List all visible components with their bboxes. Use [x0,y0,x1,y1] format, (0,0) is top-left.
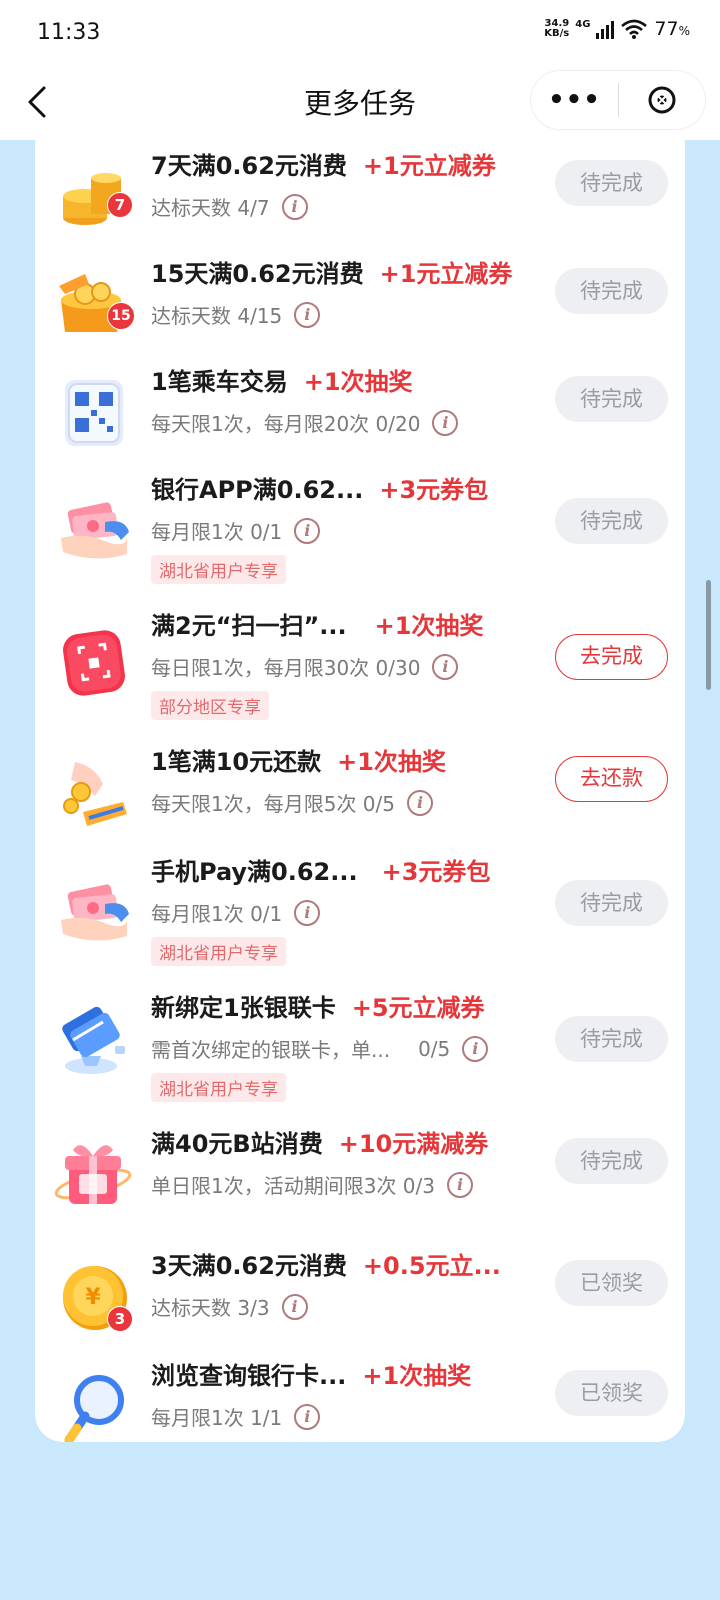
task-desc-row: 单日限1次，活动期间限3次 0/3 i [151,1170,531,1199]
task-status-button[interactable]: 待完成 [555,160,668,206]
task-badge: 15 [107,302,135,330]
region-tag: 湖北省用户专享 [151,1073,286,1102]
task-status-button[interactable]: 待完成 [555,1016,668,1062]
scrollbar[interactable] [706,580,711,690]
gift-box-icon [54,1145,132,1204]
task-title: 3天满0.62元消费 [151,1252,347,1280]
task-reward: +1次抽奖 [303,368,413,396]
task-title: 1笔满10元还款 [151,748,322,776]
task-desc: 每月限1次 0/1 [151,520,283,544]
info-icon[interactable]: i [294,1403,321,1430]
task-progress: 0/5 [418,1036,451,1061]
task-desc: 需首次绑定的银联卡，单... [151,1038,391,1062]
task-reward: +5元立减券 [351,994,485,1022]
info-icon[interactable]: i [432,409,459,436]
task-status-button[interactable]: 已领奖 [555,1260,668,1306]
wifi-icon [621,19,648,39]
task-desc: 每月限1次 0/1 [151,902,283,926]
network-type: 4G [575,18,591,30]
task-reward: +0.5元立... [362,1252,501,1280]
signal-icon [596,19,615,39]
task-desc-row: 达标天数 3/3 i [151,1292,531,1321]
region-tag: 湖北省用户专享 [151,937,286,966]
task-desc-row: 达标天数 4/7 i [151,192,531,221]
task-title: 1笔乘车交易 [151,368,288,396]
task-title: 银行APP满0.62... [151,476,364,504]
task-desc: 达标天数 4/15 [151,304,283,328]
task-desc-row: 每月限1次 0/1 i [151,516,531,545]
task-status-button[interactable]: 待完成 [555,498,668,544]
task-desc: 每天限1次，每月限5次 0/5 [151,792,395,816]
info-icon[interactable]: i [447,1171,473,1198]
task-reward: +3元券包 [379,476,489,504]
task-desc: 每天限1次，每月限20次 0/20 [151,412,421,436]
task-title: 满40元B站消费 [151,1130,323,1158]
info-icon[interactable]: i [407,789,433,816]
task-desc: 达标天数 4/7 [151,196,270,220]
task-desc-row: 每月限1次 0/1 i [151,898,531,927]
task-desc-row: 需首次绑定的银联卡，单... 0/5 i [151,1034,531,1063]
task-action-button[interactable]: 去完成 [555,634,668,680]
close-icon [648,86,676,114]
task-reward: +1次抽奖 [362,1362,472,1390]
task-desc-row: 每天限1次，每月限5次 0/5 i [151,788,531,817]
info-icon[interactable]: i [294,301,321,328]
task-reward: +3元券包 [381,858,491,886]
task-action-button[interactable]: 去还款 [555,756,668,802]
info-icon[interactable]: i [462,1035,489,1062]
more-button[interactable]: ••• [531,85,618,115]
svg-text:¥: ¥ [85,1285,101,1310]
nav-bar: 更多任务 ••• [0,64,720,140]
task-reward: +1元立减券 [379,260,513,288]
mini-program-capsule: ••• [530,70,706,130]
bank-card-icon [62,1006,125,1074]
task-badge: 3 [107,1306,133,1332]
task-status-button[interactable]: 待完成 [555,376,668,422]
task-status-button[interactable]: 待完成 [555,1138,668,1184]
magnifier-icon [64,1375,124,1442]
status-bar: 11:33 34.9 KB/s 4G 77% [0,0,720,64]
battery-level: 77% [654,18,690,40]
info-icon[interactable]: i [294,517,321,544]
task-status-button[interactable]: 已领奖 [555,1370,668,1416]
qr-code-icon [65,380,123,446]
task-title: 15天满0.62元消费 [151,260,364,288]
task-reward: +1次抽奖 [337,748,446,776]
repay-hand-icon [63,762,127,826]
task-title: 新绑定1张银联卡 [151,994,336,1022]
status-time: 11:33 [37,20,101,45]
task-status-button[interactable]: 待完成 [555,880,668,926]
task-reward: +10元满减券 [338,1130,489,1158]
task-desc-row: 达标天数 4/15 i [151,300,531,329]
cash-hand-icon [61,884,129,941]
task-title: 浏览查询银行卡... [151,1362,347,1390]
status-indicators: 34.9 KB/s 4G 77% [544,18,690,40]
task-title: 7天满0.62元消费 [151,152,347,180]
task-title: 满2元“扫一扫”... [151,612,347,640]
info-icon[interactable]: i [281,193,308,220]
region-tag: 部分地区专享 [151,691,269,720]
task-title: 手机Pay满0.62... [151,858,358,886]
network-speed: 34.9 KB/s [544,18,570,39]
task-desc: 单日限1次，活动期间限3次 0/3 [151,1174,435,1198]
scan-icon [63,630,125,696]
task-desc-row: 每日限1次，每月限30次 0/30 i [151,652,531,681]
task-desc-row: 每月限1次 1/1 i [151,1402,531,1431]
task-badge: 7 [107,192,133,218]
task-desc: 达标天数 3/3 [151,1296,270,1320]
task-desc-row: 每天限1次，每月限20次 0/20 i [151,408,531,437]
task-reward: +1元立减券 [362,152,496,180]
task-list-container[interactable]: 7 7天满0.62元消费 +1元立减券 达标天数 4/7 i 待完成 15 15… [35,140,685,1442]
close-button[interactable] [619,85,705,115]
task-status-button[interactable]: 待完成 [555,268,668,314]
info-icon[interactable]: i [281,1293,308,1320]
task-desc: 每月限1次 1/1 [151,1406,283,1430]
info-icon[interactable]: i [432,653,459,680]
cash-hand-icon [61,502,129,559]
task-desc: 每日限1次，每月限30次 0/30 [151,656,421,680]
region-tag: 湖北省用户专享 [151,555,286,584]
task-reward: +1次抽奖 [374,612,484,640]
info-icon[interactable]: i [294,899,321,926]
task-card: 7 7天满0.62元消费 +1元立减券 达标天数 4/7 i 待完成 15 15… [35,140,685,1442]
